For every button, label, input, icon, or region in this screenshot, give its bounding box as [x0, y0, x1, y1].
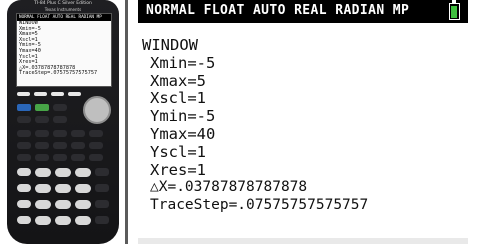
calc-key — [35, 216, 51, 225]
calc-key — [53, 154, 67, 161]
calc-key — [35, 184, 51, 193]
setting-xres[interactable]: Xres=1 — [142, 161, 472, 180]
calculator-model-label: TI-84 Plus C Silver Edition — [34, 1, 92, 6]
calc-key — [71, 130, 85, 137]
status-bar-text: NORMAL FLOAT AUTO REAL RADIAN MP — [146, 3, 410, 18]
calc-key — [35, 104, 49, 111]
calc-key — [75, 200, 91, 209]
calculator-keypad — [13, 92, 113, 242]
calc-key — [55, 216, 71, 225]
calc-key — [17, 130, 31, 137]
calc-key — [89, 142, 103, 149]
calc-key — [75, 184, 91, 193]
calc-key — [34, 92, 47, 96]
setting-xmin[interactable]: Xmin=-5 — [142, 54, 472, 73]
dpad-icon — [83, 96, 111, 124]
calc-key — [71, 142, 85, 149]
calc-key — [53, 104, 67, 111]
calc-key — [89, 154, 103, 161]
calc-key — [17, 92, 30, 96]
calculator-mini-screen: NORMAL FLOAT AUTO REAL RADIAN MP WINDOW … — [16, 13, 112, 87]
calc-key — [35, 168, 51, 177]
setting-tracestep[interactable]: TraceStep=.07575757575757 — [142, 197, 472, 215]
calculator-brand-label: Texas Instruments — [44, 7, 82, 12]
calc-key — [68, 92, 81, 96]
calc-key — [95, 200, 109, 208]
calc-key — [17, 154, 31, 161]
calc-key — [35, 200, 51, 209]
calc-key — [53, 116, 67, 123]
setting-ymax[interactable]: Ymax=40 — [142, 125, 472, 144]
calc-key — [35, 142, 49, 149]
calc-key — [95, 168, 109, 176]
calc-key — [55, 200, 71, 209]
setting-xscl[interactable]: Xscl=1 — [142, 90, 472, 108]
setting-yscl[interactable]: Yscl=1 — [142, 143, 472, 162]
calculator-body: TI-84 Plus C Silver Edition Texas Instru… — [7, 0, 119, 244]
calc-key — [17, 104, 31, 111]
calculator-screen: NORMAL FLOAT AUTO REAL RADIAN MP WINDOW … — [128, 0, 480, 244]
calc-key — [89, 130, 103, 137]
calc-key — [55, 168, 71, 177]
calc-key — [17, 184, 31, 192]
calc-key — [53, 142, 67, 149]
calc-key — [35, 130, 49, 137]
calculator-image: TI-84 Plus C Silver Edition Texas Instru… — [0, 0, 125, 244]
calc-key — [35, 116, 49, 123]
battery-icon — [449, 0, 460, 20]
battery-fill — [451, 6, 457, 18]
calc-key — [35, 154, 49, 161]
calc-key — [75, 216, 91, 225]
calc-key — [95, 216, 109, 224]
calc-key — [95, 184, 109, 192]
window-title: WINDOW — [142, 36, 198, 54]
mini-line: TraceStep=.07575757575757 — [19, 70, 98, 77]
calc-key — [17, 200, 31, 208]
calc-key — [71, 154, 85, 161]
calc-key — [17, 142, 31, 149]
setting-ymin[interactable]: Ymin=-5 — [142, 107, 472, 126]
calc-key — [51, 92, 64, 96]
calc-key — [53, 130, 67, 137]
calc-key — [17, 116, 31, 123]
calc-key — [17, 168, 31, 176]
setting-xmax[interactable]: Xmax=5 — [142, 72, 472, 91]
status-bar: NORMAL FLOAT AUTO REAL RADIAN MP — [138, 0, 468, 23]
setting-delta-x[interactable]: △X=.03787878787878 — [142, 179, 472, 197]
screen-bottom-edge — [138, 238, 468, 244]
calc-key — [55, 184, 71, 193]
calc-key — [75, 168, 91, 177]
calc-key — [17, 216, 31, 224]
window-settings: WINDOW Xmin=-5 Xmax=5 Xscl=1 Ymin=-5 Yma… — [142, 36, 472, 215]
